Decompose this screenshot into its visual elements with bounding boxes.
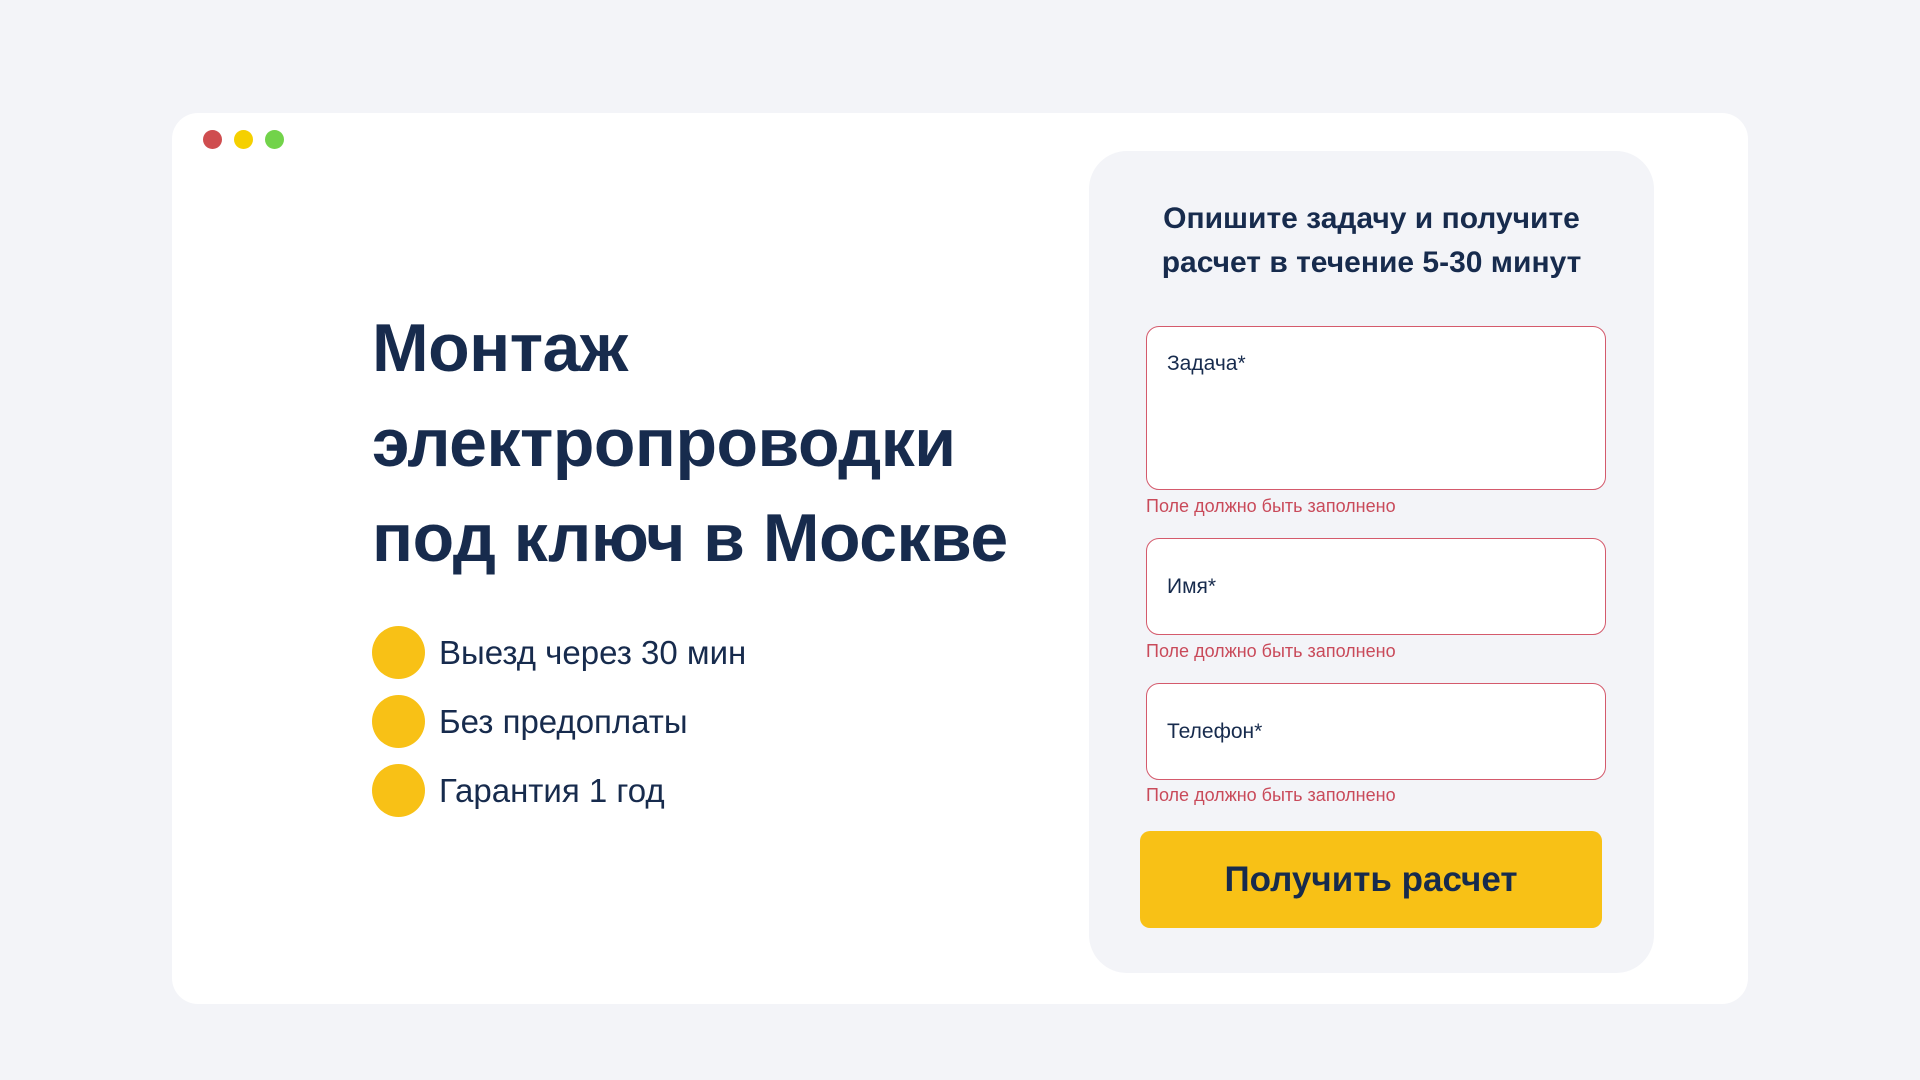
browser-window: Монтаж электропроводки под ключ в Москве… (172, 113, 1748, 1004)
feature-text: Гарантия 1 год (439, 771, 665, 809)
yellow-dot-icon (372, 695, 425, 748)
hero-title-line-3: под ключ в Москве (372, 500, 1008, 576)
feature-item: Выезд через 30 мин (372, 626, 1032, 679)
minimize-window-dot[interactable] (234, 130, 253, 149)
feature-text: Без предоплаты (439, 702, 688, 740)
hero-section: Монтаж электропроводки под ключ в Москве… (372, 301, 1032, 833)
task-error-message: Поле должно быть заполнено (1146, 496, 1396, 516)
name-error-message: Поле должно быть заполнено (1146, 641, 1396, 661)
task-textarea[interactable] (1146, 326, 1606, 490)
close-window-dot[interactable] (203, 130, 222, 149)
hero-title-line-1: Монтаж (372, 310, 628, 386)
feature-text: Выезд через 30 мин (439, 633, 747, 671)
form-title-line-2: расчет в течение 5-30 минут (1161, 246, 1582, 279)
yellow-dot-icon (372, 626, 425, 679)
window-controls (203, 130, 284, 149)
maximize-window-dot[interactable] (265, 130, 284, 149)
form-title-line-1: Опишите задачу и получите (1163, 202, 1580, 235)
form-title: Опишите задачу и получите расчет в течен… (1119, 197, 1624, 285)
feature-item: Гарантия 1 год (372, 764, 1032, 817)
name-input[interactable] (1146, 538, 1606, 635)
quote-request-form: Опишите задачу и получите расчет в течен… (1089, 151, 1654, 973)
phone-input[interactable] (1146, 683, 1606, 780)
hero-title: Монтаж электропроводки под ключ в Москве (372, 301, 1032, 586)
hero-title-line-2: электропроводки (372, 405, 956, 481)
yellow-dot-icon (372, 764, 425, 817)
get-quote-button[interactable]: Получить расчет (1140, 831, 1602, 928)
phone-error-message: Поле должно быть заполнено (1146, 785, 1396, 805)
feature-item: Без предоплаты (372, 695, 1032, 748)
feature-list: Выезд через 30 мин Без предоплаты Гарант… (372, 626, 1032, 817)
